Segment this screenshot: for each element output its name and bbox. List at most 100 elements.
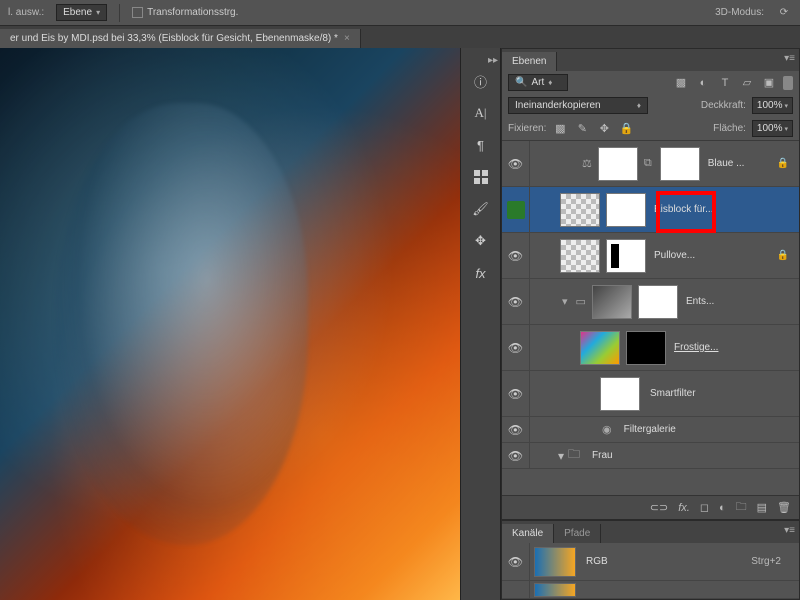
filter-toggle[interactable] [783, 76, 793, 90]
layer-thumb[interactable] [598, 147, 638, 181]
layer-name[interactable]: Frau [592, 450, 799, 461]
tab-ebenen[interactable]: Ebenen [502, 52, 557, 71]
orbit-icon[interactable]: ⟳ [776, 5, 792, 21]
layer-mask-thumb[interactable] [606, 239, 646, 273]
layer-row[interactable]: 👁▾▭Ents... [502, 279, 799, 325]
options-bar: l. ausw.: Ebene▾ Transformationsstrg. 3D… [0, 0, 800, 26]
layer-name[interactable]: Eisblock für... [654, 204, 799, 215]
layer-row[interactable]: 👁⚖⧉Blaue ...🔒 [502, 141, 799, 187]
visibility-icon[interactable]: 👁 [502, 543, 530, 580]
opt-layer-dd[interactable]: Ebene▾ [56, 4, 107, 21]
new-layer-icon[interactable]: ▤ [757, 501, 767, 514]
opacity-label: Deckkraft: [701, 100, 746, 111]
layer-thumb[interactable] [560, 239, 600, 273]
layer-thumb[interactable] [580, 331, 620, 365]
fx-icon[interactable]: fx. [678, 502, 690, 514]
filter-pixel-icon[interactable]: ▩ [673, 75, 689, 91]
layer-name[interactable]: Smartfilter [650, 388, 799, 399]
panel-menu-icon[interactable]: ▾≡ [784, 53, 795, 64]
canvas[interactable] [0, 48, 460, 600]
styles-icon[interactable]: fx [470, 264, 492, 282]
layer-name[interactable]: Ents... [686, 296, 799, 307]
opacity-input[interactable]: 100%▾ [752, 97, 793, 114]
layer-thumb[interactable] [592, 285, 632, 319]
layer-row[interactable]: 👁 Frostige... [502, 325, 799, 371]
opt-left: l. ausw.: [8, 7, 44, 18]
layer-mask-thumb[interactable] [626, 331, 666, 365]
layers-list[interactable]: 👁⚖⧉Blaue ...🔒Eisblock für...👁Pullove...🔒… [502, 140, 799, 495]
tab-pfade[interactable]: Pfade [554, 524, 601, 543]
group-icon[interactable]: 🗀 [736, 498, 747, 517]
paragraph-icon[interactable]: ¶ [470, 136, 492, 154]
visibility-icon[interactable]: 👁 [502, 233, 530, 278]
folder-icon: 🗀 [568, 445, 580, 466]
collapse-icon[interactable]: ▸▸ [488, 55, 498, 66]
visibility-icon[interactable]: 👁 [502, 141, 530, 186]
clone-source-icon[interactable]: ✥ [470, 232, 492, 250]
toggle-icon[interactable]: ◉ [602, 423, 612, 436]
channel-row[interactable] [502, 581, 799, 599]
close-icon[interactable]: × [344, 33, 350, 44]
channel-shortcut: Strg+2 [751, 556, 781, 567]
layer-name[interactable]: Frostige... [674, 342, 799, 353]
layer-name[interactable]: Filtergalerie [624, 424, 799, 435]
layers-panel-tabs: ▸▸ Ebenen ▾≡ [502, 49, 799, 71]
lock-label: Fixieren: [508, 123, 546, 134]
link-layers-icon[interactable]: ⊂⊃ [650, 501, 668, 514]
mask-icon[interactable]: ◻ [700, 501, 709, 514]
fill-input[interactable]: 100%▾ [752, 120, 793, 137]
document-tab[interactable]: er und Eis by MDI.psd bei 33,3% (Eisbloc… [0, 29, 361, 48]
chevron-icon[interactable]: ▾ [562, 295, 568, 308]
layer-thumb[interactable] [600, 377, 640, 411]
visibility-icon[interactable] [502, 187, 530, 232]
filter-shape-icon[interactable]: ▱ [739, 75, 755, 91]
layer-name[interactable]: Pullove... [654, 250, 777, 261]
document-tabs: er und Eis by MDI.psd bei 33,3% (Eisbloc… [0, 26, 800, 48]
visibility-icon[interactable]: 👁 [502, 417, 530, 442]
blend-mode-dd[interactable]: Ineinanderkopieren♦ [508, 97, 648, 114]
brush-icon[interactable]: 🖌 [470, 200, 492, 218]
tab-kanaele[interactable]: Kanäle [502, 524, 554, 543]
channel-thumb[interactable] [534, 583, 576, 597]
layer-mask-thumb[interactable] [660, 147, 700, 181]
channel-name: RGB [586, 556, 751, 567]
adjustment-icon[interactable]: ◐ [719, 502, 726, 514]
layer-row[interactable]: 👁 Pullove...🔒 [502, 233, 799, 279]
chevron-down-icon[interactable]: ▾ [558, 449, 564, 463]
layers-footer: ⊂⊃ fx. ◻ ◐ 🗀 ▤ 🗑 [502, 495, 799, 519]
visibility-icon[interactable]: 👁 [502, 325, 530, 370]
character-icon[interactable]: A| [470, 104, 492, 122]
layer-mask-thumb[interactable] [638, 285, 678, 319]
channel-row[interactable]: 👁 RGBStrg+2 [502, 543, 799, 581]
layer-name[interactable]: Blaue ... [708, 158, 777, 169]
channels-panel: Kanäle Pfade ▾≡ 👁 RGBStrg+2 [501, 520, 800, 600]
filter-kind-dd[interactable]: 🔍 Art♦ [508, 74, 568, 91]
filter-type-icon[interactable]: T [717, 75, 733, 91]
visibility-icon[interactable]: 👁 [502, 371, 530, 416]
lock-all-icon[interactable]: 🔒 [618, 121, 634, 137]
layer-row[interactable]: 👁 ▾ 🗀 Frau [502, 443, 799, 469]
layer-row[interactable]: Eisblock für... [502, 187, 799, 233]
lock-icon: 🔒 [777, 250, 789, 261]
lock-paint-icon[interactable]: ✎ [574, 121, 590, 137]
filter-adjust-icon[interactable]: ◐ [695, 75, 711, 91]
layer-row[interactable]: 👁 ◉ Filtergalerie [502, 417, 799, 443]
panel-stack: ▸▸ Ebenen ▾≡ 🔍 Art♦ ▩ ◐ T ▱ ▣ Ineinander… [500, 48, 800, 600]
opt-transform-controls[interactable]: Transformationsstrg. [132, 7, 238, 18]
info-icon[interactable]: ⓘ [470, 72, 492, 90]
lock-pos-icon[interactable]: ✥ [596, 121, 612, 137]
channels-menu-icon[interactable]: ▾≡ [784, 525, 795, 536]
link-icon[interactable]: ⧉ [644, 157, 652, 170]
collapsed-dock: ⓘ A| ¶ 🖌 ✥ fx [460, 48, 500, 600]
lock-trans-icon[interactable]: ▩ [552, 121, 568, 137]
channel-thumb[interactable] [534, 547, 576, 577]
trash-icon[interactable]: 🗑 [777, 501, 791, 514]
layer-filter-row: 🔍 Art♦ ▩ ◐ T ▱ ▣ [502, 71, 799, 94]
layer-mask-thumb[interactable] [606, 193, 646, 227]
layer-row[interactable]: 👁 Smartfilter [502, 371, 799, 417]
filter-smart-icon[interactable]: ▣ [761, 75, 777, 91]
visibility-icon[interactable]: 👁 [502, 279, 530, 324]
layer-thumb[interactable] [560, 193, 600, 227]
swatches-icon[interactable] [470, 168, 492, 186]
visibility-icon[interactable]: 👁 [502, 443, 530, 468]
